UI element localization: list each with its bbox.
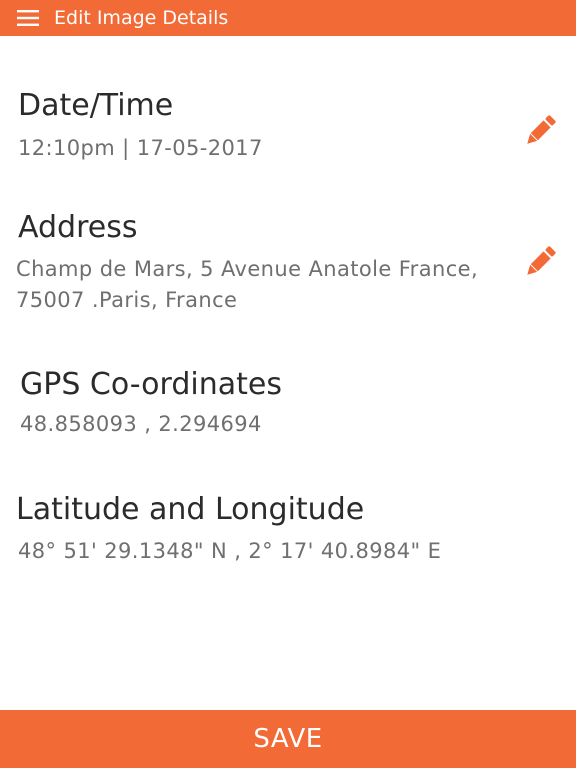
gps-value: 48.858093 , 2.294694 — [20, 412, 262, 436]
latlong-value: 48° 51' 29.1348" N , 2° 17' 40.8984" E — [18, 539, 442, 563]
address-heading: Address — [18, 210, 138, 245]
gps-heading: GPS Co-ordinates — [20, 367, 282, 402]
edit-address-button[interactable] — [520, 242, 560, 282]
datetime-section: Date/Time 12:10pm | 17-05-2017 — [0, 88, 576, 178]
save-button[interactable]: SAVE — [0, 710, 576, 768]
top-app-bar: Edit Image Details — [0, 0, 576, 36]
pencil-icon — [527, 246, 556, 275]
address-section: Address Champ de Mars, 5 Avenue Anatole … — [0, 210, 576, 320]
app-screen: Edit Image Details Date/Time 12:10pm | 1… — [0, 0, 576, 768]
datetime-value: 12:10pm | 17-05-2017 — [18, 136, 263, 160]
latlong-heading: Latitude and Longitude — [16, 492, 365, 527]
datetime-heading: Date/Time — [18, 88, 174, 123]
edit-datetime-button[interactable] — [520, 111, 560, 151]
hamburger-menu-icon[interactable] — [16, 8, 40, 28]
pencil-icon — [527, 115, 556, 144]
save-button-label: SAVE — [253, 724, 323, 754]
page-title: Edit Image Details — [54, 7, 229, 29]
address-line-1: Champ de Mars, 5 Avenue Anatole France, — [16, 257, 479, 281]
gps-section: GPS Co-ordinates 48.858093 , 2.294694 — [0, 367, 576, 447]
latlong-section: Latitude and Longitude 48° 51' 29.1348" … — [0, 492, 576, 572]
address-line-2: 75007 .Paris, France — [16, 288, 238, 312]
